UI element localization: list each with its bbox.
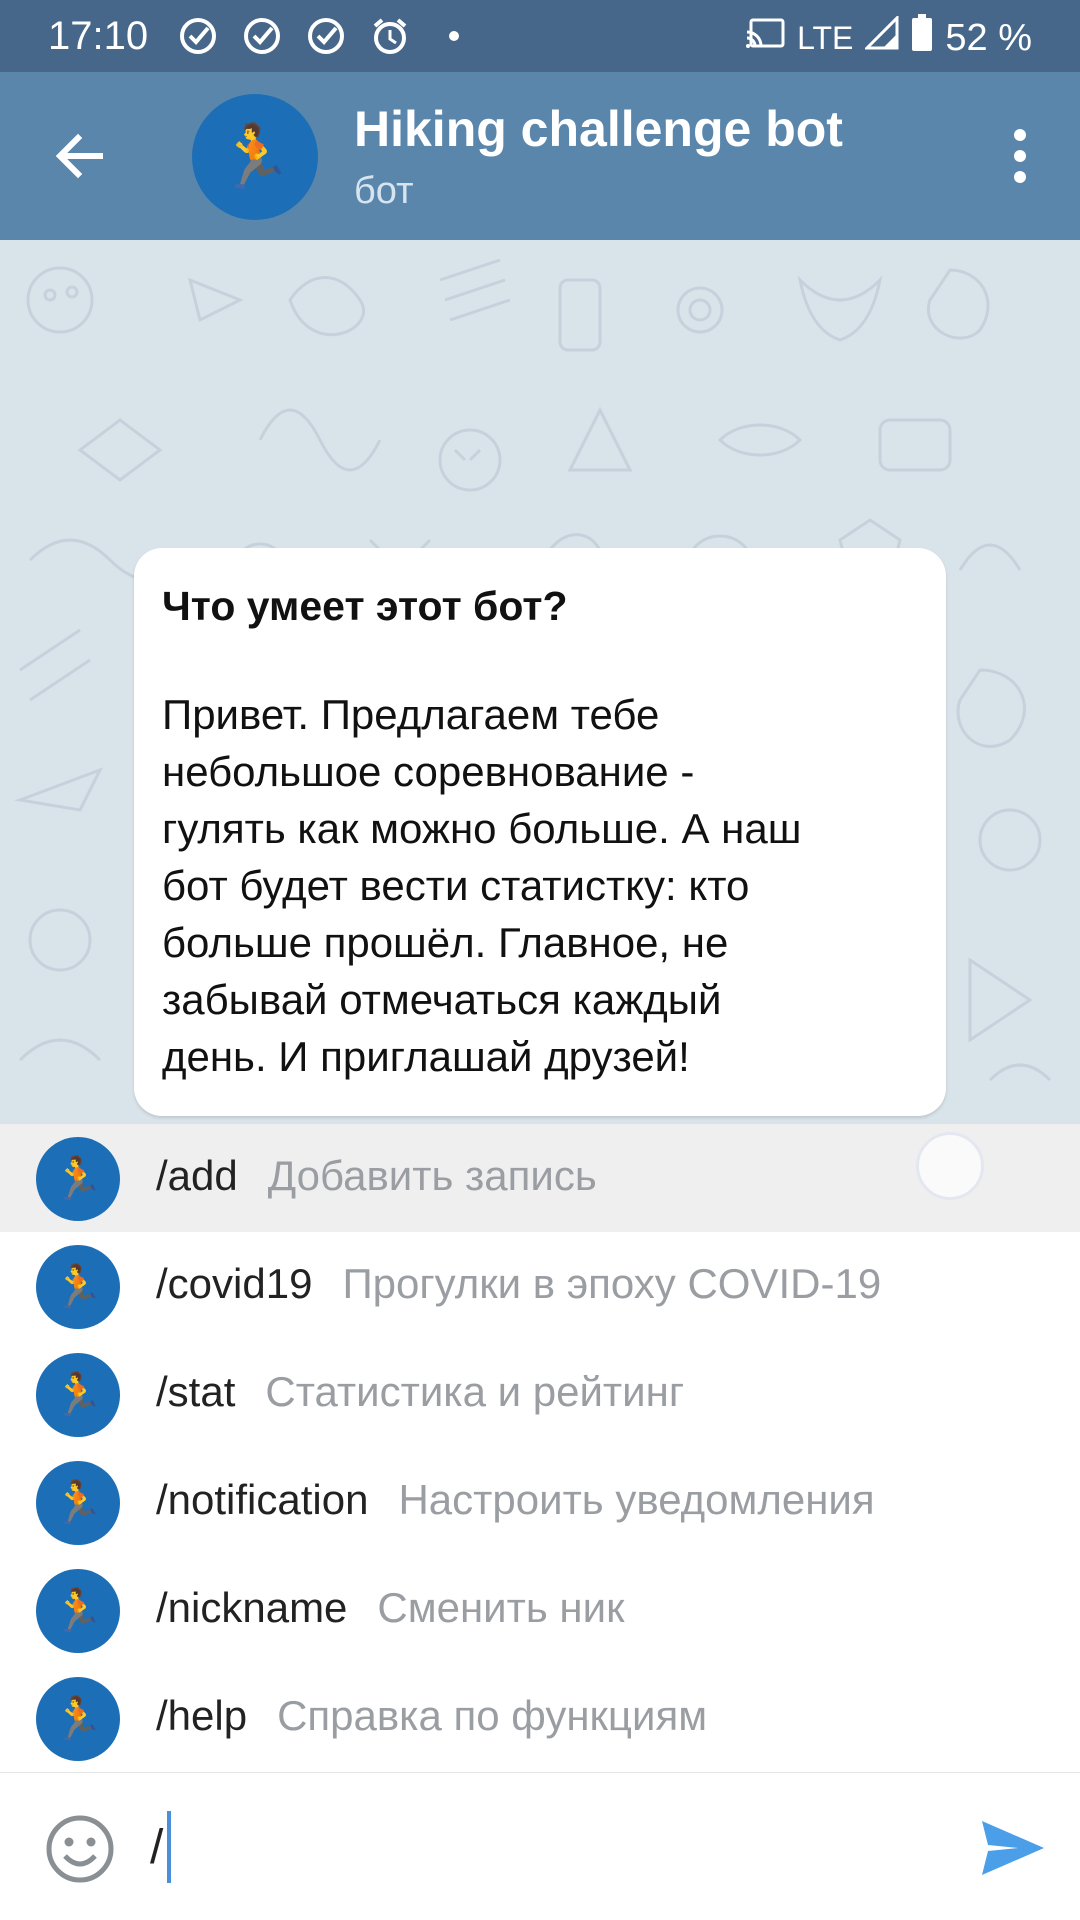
command-text: /add Добавить запись bbox=[156, 1152, 597, 1200]
runner-emoji-icon: 🏃 bbox=[51, 1694, 105, 1742]
description-line: больше прошёл. Главное, не bbox=[162, 919, 729, 966]
chat-background: Что умеет этот бот? Привет. Предлагаем т… bbox=[0, 240, 1080, 1124]
runner-emoji-icon: 🏃 bbox=[51, 1154, 105, 1202]
text-cursor bbox=[167, 1811, 172, 1883]
dot bbox=[1014, 171, 1026, 183]
more-options-button[interactable] bbox=[990, 116, 1050, 196]
description-line: забывай отмечаться каждый bbox=[162, 976, 722, 1023]
check-circle-icon bbox=[304, 14, 348, 58]
command-name: /nickname bbox=[156, 1584, 348, 1631]
command-description: Настроить уведомления bbox=[398, 1476, 875, 1523]
command-name: /notification bbox=[156, 1476, 369, 1523]
description-line: гулять как можно больше. А наш bbox=[162, 805, 802, 852]
network-type: LTE bbox=[797, 19, 854, 56]
avatar: 🏃 bbox=[36, 1461, 120, 1545]
bot-info-description: Привет. Предлагаем тебе небольшое соревн… bbox=[162, 686, 918, 1085]
dot bbox=[1014, 129, 1026, 141]
bot-info-card: Что умеет этот бот? Привет. Предлагаем т… bbox=[134, 548, 946, 1116]
runner-emoji-icon: 🏃 bbox=[51, 1370, 105, 1418]
command-item-stat[interactable]: 🏃 /stat Статистика и рейтинг bbox=[0, 1340, 1080, 1448]
message-composer: / bbox=[0, 1772, 1080, 1920]
runner-emoji-icon: 🏃 bbox=[51, 1262, 105, 1310]
command-text: /notification Настроить уведомления bbox=[156, 1476, 875, 1524]
notification-icons bbox=[176, 14, 476, 58]
dot bbox=[1014, 150, 1026, 162]
avatar: 🏃 bbox=[36, 1677, 120, 1761]
avatar: 🏃 bbox=[36, 1569, 120, 1653]
arrow-left-icon bbox=[55, 133, 103, 179]
runner-emoji-icon: 🏃 bbox=[51, 1586, 105, 1634]
bot-info-title: Что умеет этот бот? bbox=[162, 583, 568, 629]
command-item-notification[interactable]: 🏃 /notification Настроить уведомления bbox=[0, 1448, 1080, 1556]
avatar: 🏃 bbox=[36, 1353, 120, 1437]
description-line: Привет. Предлагаем тебе bbox=[162, 691, 660, 738]
message-input[interactable]: / bbox=[150, 1807, 950, 1887]
command-name: /add bbox=[156, 1152, 238, 1199]
touch-ripple bbox=[916, 1132, 984, 1200]
description-line: бот будет вести статистку: кто bbox=[162, 862, 750, 909]
description-line: небольшое соревнование - bbox=[162, 748, 695, 795]
command-text: /stat Статистика и рейтинг bbox=[156, 1368, 684, 1416]
runner-emoji-icon: 🏃 bbox=[51, 1478, 105, 1526]
back-button[interactable] bbox=[48, 124, 112, 188]
runner-emoji-icon: 🏃 bbox=[216, 122, 294, 192]
cast-icon bbox=[745, 17, 785, 60]
command-description: Сменить ник bbox=[377, 1584, 625, 1631]
system-status: LTE 52 % bbox=[745, 14, 1032, 62]
avatar: 🏃 bbox=[36, 1137, 120, 1221]
command-name: /help bbox=[156, 1692, 248, 1739]
command-item-help[interactable]: 🏃 /help Справка по функциям bbox=[0, 1664, 1080, 1772]
status-bar: 17:10 LTE 52 % bbox=[0, 0, 1080, 72]
command-text: /nickname Сменить ник bbox=[156, 1584, 624, 1632]
command-text: /help Справка по функциям bbox=[156, 1692, 707, 1740]
command-item-nickname[interactable]: 🏃 /nickname Сменить ник bbox=[0, 1556, 1080, 1664]
signal-icon bbox=[863, 14, 899, 60]
chat-title[interactable]: Hiking challenge bot bbox=[354, 100, 843, 158]
avatar: 🏃 bbox=[36, 1245, 120, 1329]
dot-icon bbox=[432, 14, 476, 58]
send-button[interactable] bbox=[978, 1813, 1048, 1883]
battery-level: 52 % bbox=[945, 16, 1032, 59]
command-item-add[interactable]: 🏃 /add Добавить запись bbox=[0, 1124, 1080, 1232]
command-text: /covid19 Прогулки в эпоху COVID-19 bbox=[156, 1260, 881, 1308]
chat-header: 🏃 Hiking challenge bot бот bbox=[0, 72, 1080, 240]
description-line: день. И приглашай друзей! bbox=[162, 1033, 690, 1080]
command-item-covid19[interactable]: 🏃 /covid19 Прогулки в эпоху COVID-19 bbox=[0, 1232, 1080, 1340]
battery-icon bbox=[911, 14, 933, 62]
command-description: Статистика и рейтинг bbox=[265, 1368, 685, 1415]
command-name: /stat bbox=[156, 1368, 236, 1415]
command-description: Прогулки в эпоху COVID-19 bbox=[342, 1260, 882, 1307]
command-description: Справка по функциям bbox=[277, 1692, 708, 1739]
check-circle-icon bbox=[240, 14, 284, 58]
alarm-icon bbox=[368, 14, 412, 58]
command-description: Добавить запись bbox=[267, 1152, 597, 1199]
status-time: 17:10 bbox=[48, 14, 149, 58]
message-input-value: / bbox=[150, 1820, 164, 1874]
smiley-icon bbox=[46, 1815, 114, 1883]
command-suggestions: 🏃 /add Добавить запись 🏃 /covid19 Прогулки… bbox=[0, 1124, 1080, 1772]
command-name: /covid19 bbox=[156, 1260, 313, 1307]
emoji-button[interactable] bbox=[44, 1813, 116, 1885]
avatar[interactable]: 🏃 bbox=[192, 94, 318, 220]
chat-subtitle: бот bbox=[354, 170, 414, 212]
check-circle-icon bbox=[176, 14, 220, 58]
send-icon bbox=[982, 1821, 1044, 1875]
